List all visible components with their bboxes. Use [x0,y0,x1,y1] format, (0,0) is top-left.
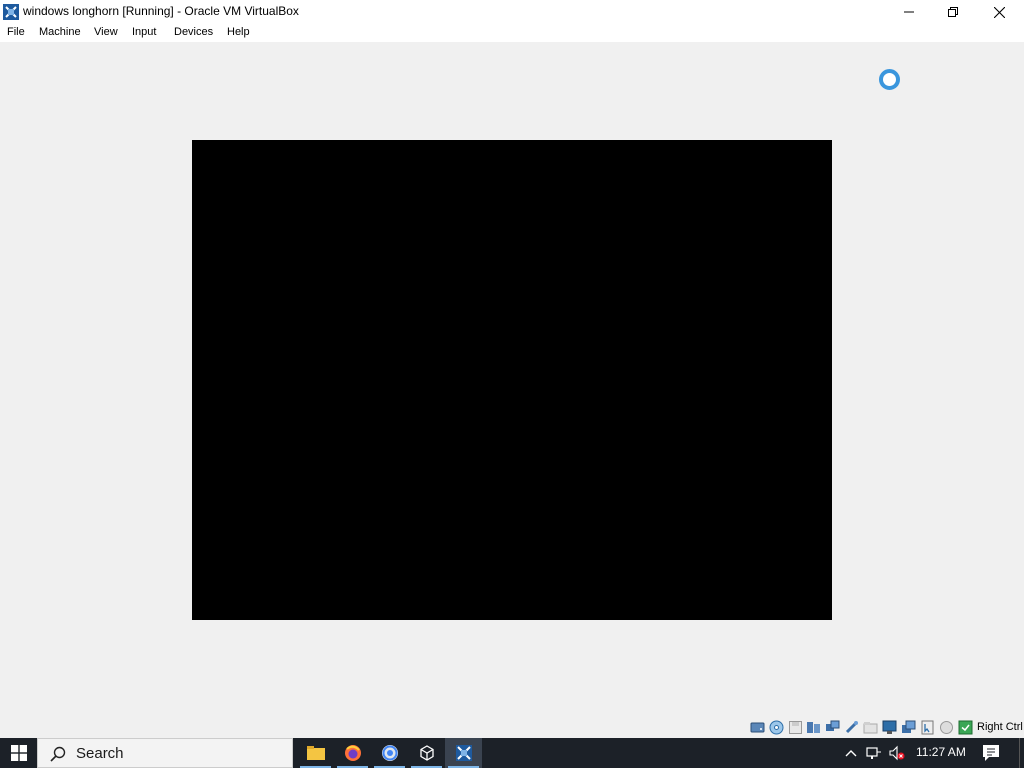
menu-file[interactable]: File [7,26,25,38]
network-icon[interactable] [825,720,840,735]
shared-folders-icon[interactable] [863,720,878,735]
title-bar: windows longhorn [Running] - Oracle VM V… [0,0,1024,24]
minimize-icon [904,11,914,13]
restore-icon [948,7,958,17]
menu-machine[interactable]: Machine [39,26,81,38]
virtualbox-manager-icon [419,745,434,761]
minimize-button[interactable] [886,0,932,24]
virtualbox-vm-icon [455,745,472,761]
vm-display-area[interactable] [0,42,1024,716]
firefox-icon [344,745,361,761]
taskbar-firefox[interactable] [334,738,371,768]
audio-icon[interactable] [806,720,821,735]
taskbar-file-explorer[interactable] [297,738,334,768]
taskbar-virtualbox-vm[interactable] [445,738,482,768]
hard-disk-icon[interactable] [750,720,765,735]
file-explorer-icon [306,746,325,760]
menu-view[interactable]: View [94,26,118,38]
mouse-integration-icon[interactable] [920,720,935,735]
taskbar: Search 11:27 AM [0,738,1024,768]
system-clock[interactable]: 11:27 AM [916,745,966,759]
start-button[interactable] [0,738,37,768]
menu-help[interactable]: Help [227,26,250,38]
virtualbox-icon [3,4,19,20]
busy-cursor-icon [879,69,900,90]
network-tray-icon[interactable] [866,745,882,761]
display-icon[interactable] [882,720,897,735]
search-box[interactable]: Search [37,738,293,768]
usb-icon[interactable] [844,720,859,735]
host-key-label[interactable]: Right Ctrl [977,721,1023,733]
optical-drive-icon[interactable] [769,720,784,735]
close-icon [993,6,1005,18]
window-title: windows longhorn [Running] - Oracle VM V… [23,4,299,18]
volume-muted-icon[interactable] [889,745,905,761]
search-icon [50,746,66,762]
notification-icon[interactable] [979,743,1003,763]
video-capture-icon[interactable] [901,720,916,735]
menu-bar: File Machine View Input Devices Help [0,24,1024,42]
floppy-icon[interactable] [788,720,803,735]
menu-input[interactable]: Input [132,26,156,38]
chevron-up-icon[interactable] [843,745,859,761]
chrome-icon [381,745,398,761]
status-bar: Right Ctrl [0,716,1024,738]
menu-devices[interactable]: Devices [174,26,213,38]
taskbar-chrome[interactable] [371,738,408,768]
keyboard-icon[interactable] [939,720,954,735]
taskbar-virtualbox-manager[interactable] [408,738,445,768]
show-desktop-button[interactable] [1019,738,1024,768]
restore-button[interactable] [930,0,976,24]
vm-screen[interactable] [192,140,832,620]
close-button[interactable] [976,0,1022,24]
windows-logo-icon [10,745,27,761]
cpu-icon[interactable] [958,720,973,735]
search-placeholder: Search [76,745,124,762]
